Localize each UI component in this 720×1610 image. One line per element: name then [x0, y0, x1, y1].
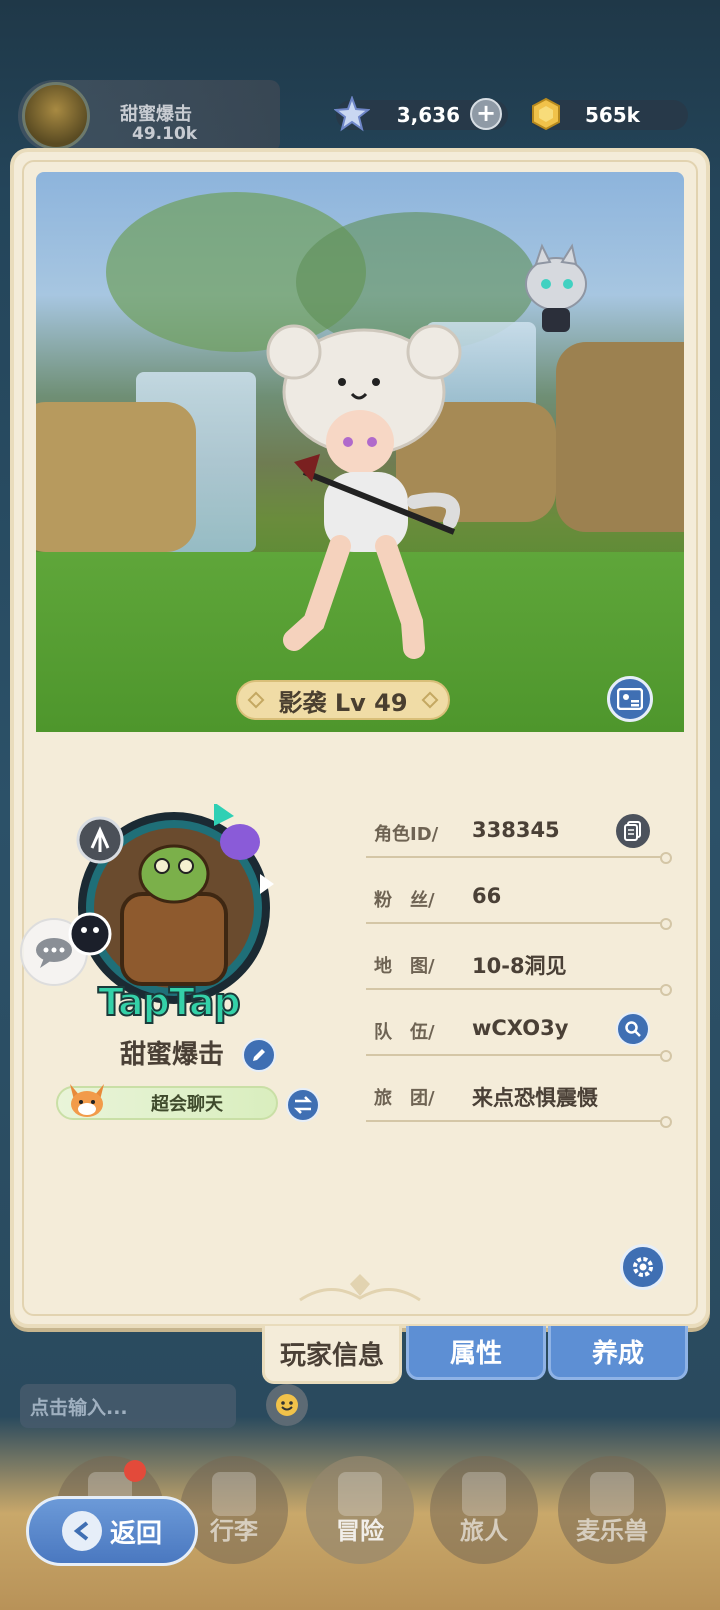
tab-training[interactable]: 养成 — [548, 1326, 688, 1380]
emoji-button[interactable] — [266, 1384, 308, 1426]
row-divider — [366, 918, 672, 930]
tab-player-info[interactable]: 玩家信息 — [262, 1326, 402, 1384]
card-ornament-icon — [299, 1274, 421, 1302]
nav-pets[interactable]: 麦乐兽 — [558, 1456, 666, 1564]
search-icon — [625, 1021, 641, 1037]
info-row-role-id: 角色ID/ 338345 — [366, 808, 672, 864]
fox-icon — [70, 1084, 104, 1117]
player-title-text: 超会聊天 — [151, 1094, 223, 1115]
taptap-logo: TapTap — [97, 979, 242, 1025]
class-level-text: 影袭 Lv 49 — [278, 688, 408, 717]
scene-rock — [36, 402, 196, 552]
copy-icon — [624, 821, 641, 841]
row-divider — [366, 852, 672, 864]
nav-adventure[interactable]: 冒险 — [306, 1456, 414, 1564]
info-row-fans: 粉 丝/ 66 — [366, 874, 672, 930]
top-bar: 甜蜜爆击 49.10k 3,636 + 565k — [0, 0, 720, 152]
nav-luggage-label: 行李 — [210, 1517, 258, 1545]
add-gems-button[interactable]: + — [470, 98, 502, 130]
team-label: 队 伍/ — [374, 1022, 435, 1043]
luggage-icon — [212, 1472, 256, 1516]
player-chip-name: 甜蜜爆击 — [120, 104, 192, 125]
character-scene — [36, 172, 684, 732]
ghost-badge-icon — [68, 912, 112, 956]
nav-travelers-label: 旅人 — [460, 1517, 508, 1545]
row-divider — [366, 1116, 672, 1128]
edit-name-button[interactable] — [242, 1038, 276, 1072]
gear-icon — [633, 1257, 653, 1277]
row-divider — [366, 984, 672, 996]
back-arrow-icon — [61, 1511, 102, 1551]
nav-pets-label: 麦乐兽 — [576, 1517, 648, 1545]
guild-value: 来点恐惧震慑 — [472, 1086, 598, 1110]
team-value: wCXO3y — [472, 1016, 569, 1040]
nav-luggage[interactable]: 行李 — [180, 1456, 288, 1564]
class-level-badge: 影袭 Lv 49 — [236, 680, 450, 720]
smile-icon — [276, 1394, 298, 1416]
back-button[interactable]: 返回 — [26, 1496, 198, 1566]
star-crystal-icon — [332, 94, 372, 134]
fans-value: 66 — [472, 884, 502, 908]
gem-counter: 3,636 + — [334, 96, 508, 132]
nav-adventure-label: 冒险 — [336, 1517, 384, 1545]
copy-id-button[interactable] — [616, 814, 650, 848]
swap-arrows-icon — [293, 1096, 313, 1114]
player-title-badge[interactable]: 超会聊天 — [56, 1084, 278, 1120]
map-label: 地 图/ — [374, 956, 435, 977]
guild-label: 旅 团/ — [374, 1088, 435, 1109]
pencil-icon — [253, 1049, 265, 1061]
traveler-icon — [462, 1472, 506, 1516]
map-value: 10-8洞见 — [472, 954, 567, 978]
nav-travelers[interactable]: 旅人 — [430, 1456, 538, 1564]
pet-companion — [525, 243, 587, 332]
search-team-button[interactable] — [616, 1012, 650, 1046]
fans-label: 粉 丝/ — [374, 890, 435, 911]
gem-value: 3,636 — [396, 103, 460, 127]
chat-input[interactable]: 点击输入... — [20, 1384, 236, 1428]
notification-dot — [124, 1460, 146, 1482]
scene-rock — [556, 342, 684, 532]
diamond-deco-icon — [247, 691, 265, 709]
gold-coin-icon — [526, 94, 566, 134]
row-divider — [366, 1050, 672, 1062]
diamond-deco-icon — [421, 691, 439, 709]
purple-slime-icon — [220, 824, 260, 860]
info-row-team: 队 伍/ wCXO3y — [366, 1006, 672, 1062]
player-name: 甜蜜爆击 — [120, 1040, 225, 1070]
tab-attributes[interactable]: 属性 — [406, 1326, 546, 1380]
gold-value: 565k — [584, 103, 640, 127]
player-chip-power: 49.10k — [132, 124, 198, 144]
back-button-label: 返回 — [109, 1518, 162, 1549]
player-character — [266, 324, 462, 659]
settings-button[interactable] — [620, 1244, 666, 1290]
role-id-label: 角色ID/ — [374, 824, 439, 845]
role-id-value: 338345 — [472, 818, 560, 842]
player-chip-avatar — [22, 82, 90, 150]
swap-title-button[interactable] — [286, 1088, 320, 1122]
pet-icon — [590, 1472, 634, 1516]
info-row-guild: 旅 团/ 来点恐惧震慑 — [366, 1072, 672, 1128]
info-row-map: 地 图/ 10-8洞见 — [366, 940, 672, 996]
gold-counter: 565k — [530, 97, 688, 131]
photo-card-icon — [617, 688, 643, 710]
photo-card-button[interactable] — [607, 676, 653, 722]
crossed-swords-icon — [338, 1472, 382, 1516]
player-card — [10, 148, 710, 1328]
